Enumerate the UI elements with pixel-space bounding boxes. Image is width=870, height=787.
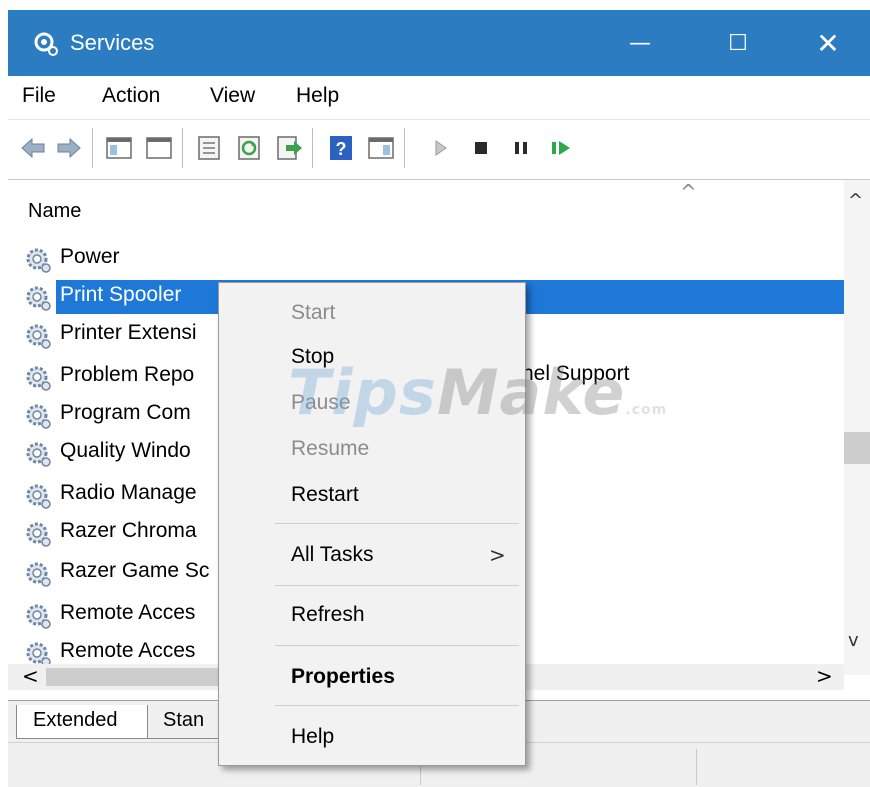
pause-service-icon[interactable] — [506, 132, 536, 164]
menu-item-properties[interactable]: Properties — [291, 665, 395, 689]
menu-item-restart[interactable]: Restart — [291, 483, 359, 507]
service-gear-icon — [26, 604, 51, 629]
menu-separator — [275, 523, 519, 524]
context-menu: Start Stop Pause Resume Restart All Task… — [218, 282, 526, 766]
scroll-up-icon[interactable]: ^ — [848, 190, 863, 211]
tab-extended[interactable]: Extended — [16, 705, 148, 739]
service-name: Problem Repo — [60, 363, 195, 386]
menu-file[interactable]: File — [22, 84, 56, 108]
vertical-scrollbar[interactable] — [844, 180, 870, 675]
service-name: Power — [60, 245, 120, 268]
menu-item-refresh[interactable]: Refresh — [291, 603, 365, 627]
services-gear-icon — [34, 32, 58, 56]
service-description-partial: nel Support — [522, 362, 630, 385]
stop-service-icon[interactable] — [466, 132, 496, 164]
export-list-icon[interactable] — [274, 132, 304, 164]
svg-text:?: ? — [336, 139, 347, 159]
menu-separator — [275, 705, 519, 706]
menu-view[interactable]: View — [210, 84, 255, 108]
refresh-icon[interactable] — [234, 132, 264, 164]
service-name: Radio Manage — [60, 481, 197, 504]
maximize-button[interactable]: ☐ — [708, 20, 768, 66]
menu-separator — [275, 585, 519, 586]
service-gear-icon — [26, 286, 51, 311]
toolbar-separator — [92, 128, 93, 168]
submenu-arrow-icon: > — [489, 543, 506, 567]
menu-item-pause[interactable]: Pause — [291, 391, 351, 415]
service-name: Razer Game Sc — [60, 559, 210, 582]
menu-item-stop[interactable]: Stop — [291, 345, 334, 369]
forward-arrow-icon[interactable] — [54, 132, 84, 164]
menu-help[interactable]: Help — [296, 84, 339, 108]
menu-item-all-tasks[interactable]: All Tasks — [291, 543, 373, 567]
service-name: Quality Windo — [60, 439, 191, 462]
toolbar-separator — [312, 128, 313, 168]
show-action-pane-icon[interactable] — [366, 132, 396, 164]
service-gear-icon — [26, 324, 51, 349]
back-arrow-icon[interactable] — [18, 132, 48, 164]
scroll-down-icon[interactable]: v — [848, 630, 859, 651]
service-gear-icon — [26, 248, 51, 273]
properties-icon[interactable] — [194, 132, 224, 164]
close-button[interactable]: ✕ — [798, 20, 858, 66]
toolbar: ? — [8, 120, 870, 180]
toolbar-separator — [182, 128, 183, 168]
service-gear-icon — [26, 366, 51, 391]
service-name: Remote Acces — [60, 601, 196, 624]
column-header-name[interactable]: Name — [28, 200, 81, 223]
service-name: Printer Extensi — [60, 321, 197, 344]
horizontal-scroll-thumb[interactable] — [46, 668, 236, 686]
service-gear-icon — [26, 404, 51, 429]
menu-separator — [275, 645, 519, 646]
show-action-icon[interactable] — [144, 132, 174, 164]
help-icon[interactable]: ? — [326, 132, 356, 164]
resume-service-icon[interactable] — [546, 132, 576, 164]
show-hide-console-tree-icon[interactable] — [104, 132, 134, 164]
window-title: Services — [70, 30, 155, 55]
toolbar-separator — [404, 128, 405, 168]
service-name: Razer Chroma — [60, 519, 197, 542]
service-gear-icon — [26, 562, 51, 587]
vertical-scroll-thumb[interactable] — [844, 432, 870, 464]
minimize-button[interactable]: — — [610, 20, 670, 66]
service-gear-icon — [26, 442, 51, 467]
service-gear-icon — [26, 522, 51, 547]
menu-item-help[interactable]: Help — [291, 725, 334, 749]
service-row[interactable]: Power — [24, 242, 838, 276]
menu-item-resume[interactable]: Resume — [291, 437, 369, 461]
menu-action[interactable]: Action — [102, 84, 160, 108]
scroll-right-icon[interactable]: > — [816, 664, 833, 688]
service-gear-icon — [26, 484, 51, 509]
menu-item-start[interactable]: Start — [291, 301, 335, 325]
scroll-left-icon[interactable]: < — [22, 664, 39, 688]
title-bar: Services — ☐ ✕ — [8, 10, 870, 76]
status-divider — [696, 749, 697, 785]
service-name: Remote Acces — [60, 639, 196, 662]
service-name: Print Spooler — [60, 283, 182, 306]
sort-indicator-icon: ^ — [680, 180, 697, 204]
service-name: Program Com — [60, 401, 191, 424]
start-service-icon[interactable] — [426, 132, 456, 164]
menu-bar: File Action View Help — [8, 76, 870, 120]
